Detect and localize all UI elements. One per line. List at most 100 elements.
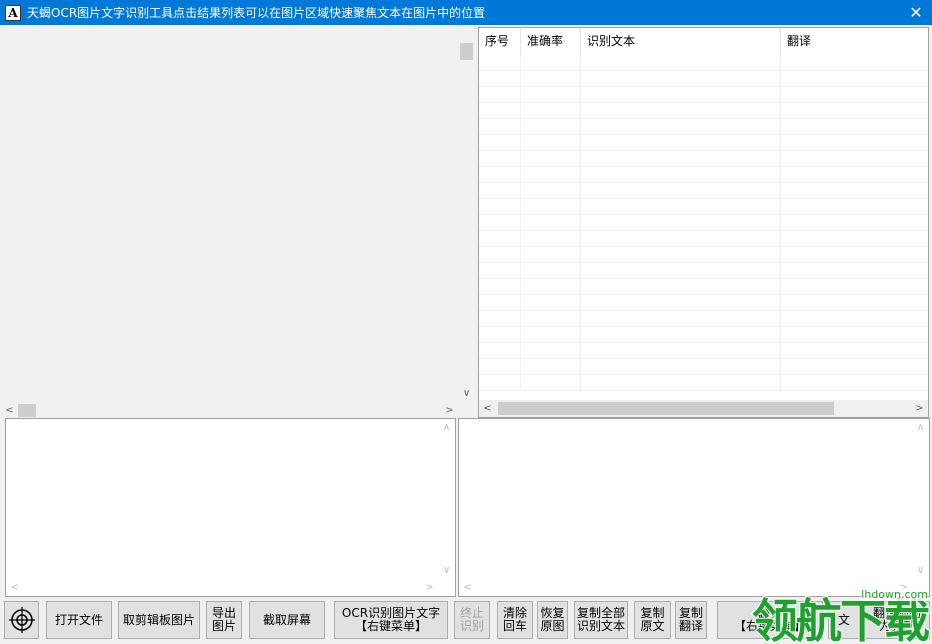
- results-horizontal-scroll-thumb[interactable]: [498, 402, 834, 415]
- empty-list-row: [479, 311, 928, 327]
- close-button[interactable]: ✕: [900, 0, 932, 25]
- empty-list-row: [479, 119, 928, 135]
- column-header-translation[interactable]: 翻译: [781, 28, 928, 55]
- list-cell: [479, 135, 521, 151]
- empty-list-row: [479, 151, 928, 167]
- copy-translation-button[interactable]: 复制 翻译: [675, 601, 707, 639]
- chevron-left-icon[interactable]: <: [1, 402, 18, 419]
- chevron-right-icon[interactable]: >: [421, 579, 438, 596]
- list-cell: [479, 87, 521, 103]
- watermark-url: lhdown.com: [861, 588, 928, 601]
- list-cell: [521, 359, 581, 375]
- column-header-index[interactable]: 序号: [479, 28, 521, 55]
- list-cell: [581, 327, 781, 343]
- chevron-down-icon[interactable]: ∨: [912, 562, 929, 579]
- list-cell: [581, 247, 781, 263]
- list-cell: [581, 119, 781, 135]
- empty-list-row: [479, 231, 928, 247]
- list-cell: [581, 215, 781, 231]
- list-cell: [521, 135, 581, 151]
- list-cell: [581, 343, 781, 359]
- chevron-left-icon[interactable]: <: [459, 579, 476, 596]
- list-cell: [521, 247, 581, 263]
- image-vertical-scrollbar[interactable]: ∨: [458, 26, 475, 402]
- list-cell: [581, 295, 781, 311]
- locate-target-button[interactable]: [4, 601, 39, 639]
- app-icon: A: [5, 4, 21, 21]
- empty-list-row: [479, 263, 928, 279]
- capture-screen-button[interactable]: 截取屏幕: [249, 601, 325, 639]
- column-header-text[interactable]: 识别文本: [581, 28, 781, 55]
- results-list-body[interactable]: [479, 55, 928, 400]
- scroll-corner: [458, 402, 475, 419]
- empty-list-row: [479, 359, 928, 375]
- list-cell: [581, 55, 781, 71]
- list-cell: [479, 151, 521, 167]
- export-image-button[interactable]: 导出 图片: [206, 601, 242, 639]
- image-horizontal-scrollbar[interactable]: < >: [1, 402, 458, 419]
- list-cell: [581, 199, 781, 215]
- list-cell: [581, 87, 781, 103]
- list-cell: [479, 215, 521, 231]
- restore-image-button[interactable]: 恢复 原图: [537, 601, 568, 639]
- list-cell: [521, 167, 581, 183]
- chevron-right-icon[interactable]: >: [911, 400, 928, 417]
- list-cell: [521, 119, 581, 135]
- chevron-down-icon[interactable]: ∨: [438, 562, 455, 579]
- watermark-logo: 领航下载 lhdown.com: [751, 585, 932, 644]
- scroll-corner: [438, 579, 455, 596]
- empty-list-row: [479, 279, 928, 295]
- translation-text-vertical-scrollbar[interactable]: ∧ ∨: [912, 419, 929, 579]
- list-cell: [479, 263, 521, 279]
- list-cell: [479, 295, 521, 311]
- chevron-down-icon[interactable]: ∨: [458, 385, 475, 402]
- open-file-button[interactable]: 打开文件: [46, 601, 112, 639]
- list-cell: [581, 279, 781, 295]
- stop-recognition-button[interactable]: 终止 识别: [454, 601, 490, 639]
- title-bar: A 天蝎OCR图片文字识别工具点击结果列表可以在图片区域快速聚焦文本在图片中的位…: [0, 0, 932, 25]
- list-cell: [581, 311, 781, 327]
- list-cell: [479, 359, 521, 375]
- empty-list-row: [479, 55, 928, 71]
- list-cell: [521, 231, 581, 247]
- list-cell: [521, 183, 581, 199]
- list-cell: [581, 167, 781, 183]
- list-cell: [479, 119, 521, 135]
- empty-list-row: [479, 343, 928, 359]
- chevron-left-icon[interactable]: <: [479, 400, 496, 417]
- chevron-right-icon[interactable]: >: [441, 402, 458, 419]
- list-cell: [521, 71, 581, 87]
- ocr-button[interactable]: OCR识别图片文字 【右键菜单】: [334, 601, 448, 639]
- list-cell: [479, 247, 521, 263]
- list-cell: [479, 55, 521, 71]
- empty-list-row: [479, 375, 928, 391]
- list-cell: [521, 295, 581, 311]
- image-horizontal-scroll-thumb[interactable]: [18, 404, 36, 417]
- translation-text-box[interactable]: ∧ ∨ < >: [458, 418, 930, 597]
- empty-list-row: [479, 71, 928, 87]
- window-title: 天蝎OCR图片文字识别工具点击结果列表可以在图片区域快速聚焦文本在图片中的位置: [27, 6, 486, 20]
- list-cell: [521, 343, 581, 359]
- copy-original-button[interactable]: 复制 原文: [634, 601, 671, 639]
- image-vertical-scroll-thumb[interactable]: [460, 43, 473, 60]
- chevron-up-icon[interactable]: ∧: [438, 419, 455, 436]
- image-preview-area[interactable]: ∨ < >: [1, 26, 475, 419]
- clipboard-image-button[interactable]: 取剪辑板图片: [118, 601, 200, 639]
- clear-newline-button[interactable]: 清除 回车: [497, 601, 533, 639]
- empty-list-row: [479, 327, 928, 343]
- list-cell: [581, 359, 781, 375]
- recognized-text-horizontal-scrollbar[interactable]: < >: [6, 579, 438, 596]
- list-cell: [479, 279, 521, 295]
- column-header-accuracy[interactable]: 准确率: [521, 28, 581, 55]
- copy-all-text-button[interactable]: 复制全部 识别文本: [574, 601, 628, 639]
- recognized-text-box[interactable]: ∧ ∨ < >: [5, 418, 456, 597]
- list-cell: [581, 375, 781, 391]
- results-horizontal-scrollbar[interactable]: < >: [479, 400, 928, 417]
- list-cell: [479, 343, 521, 359]
- results-list[interactable]: 序号 准确率 识别文本 翻译 < >: [478, 27, 929, 418]
- chevron-up-icon[interactable]: ∧: [912, 419, 929, 436]
- chevron-left-icon[interactable]: <: [6, 579, 23, 596]
- list-cell: [479, 311, 521, 327]
- list-cell: [521, 55, 581, 71]
- recognized-text-vertical-scrollbar[interactable]: ∧ ∨: [438, 419, 455, 579]
